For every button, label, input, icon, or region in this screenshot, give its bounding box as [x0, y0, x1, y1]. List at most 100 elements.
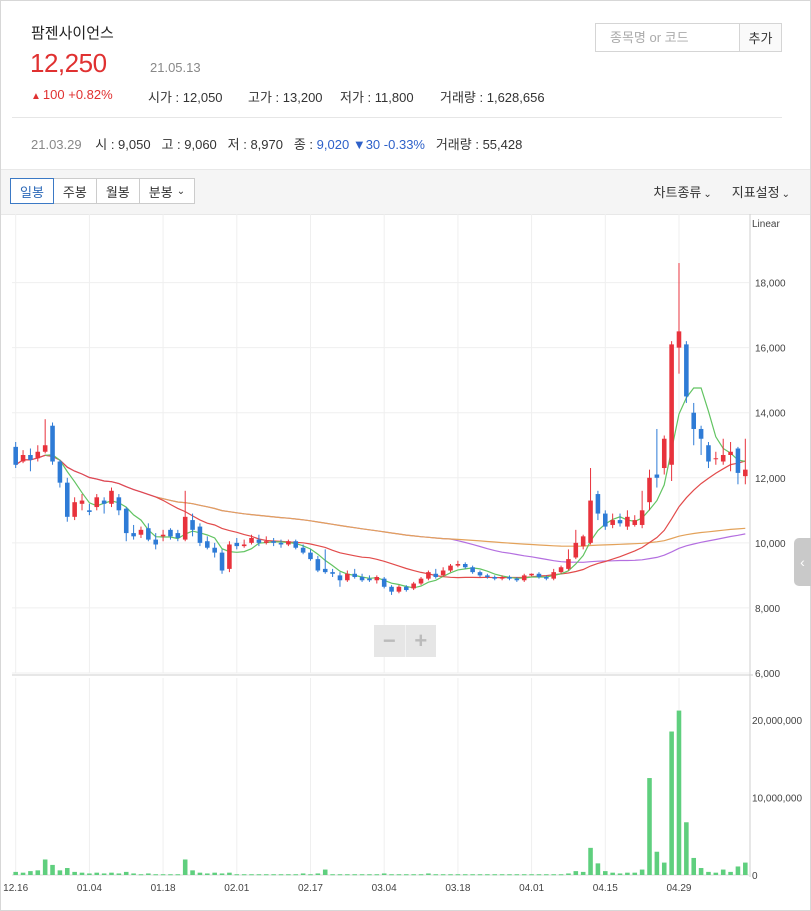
candle-body: [168, 529, 173, 537]
candle-body: [138, 529, 144, 535]
volume-bar: [521, 874, 527, 876]
volume-bar: [131, 873, 136, 875]
candle-body: [109, 490, 114, 504]
candle-body: [322, 568, 328, 573]
price-tick-label: 16,000: [755, 344, 786, 355]
volume-bar: [300, 873, 306, 875]
volume-bar: [713, 872, 719, 875]
candle-body: [146, 528, 151, 540]
chevron-down-icon: ⌄: [703, 189, 712, 200]
period-tabs: 일봉 주봉 월봉 분봉 ⌄: [10, 178, 196, 204]
zoom-out-button[interactable]: −: [374, 625, 406, 657]
price-tick-label: 10,000: [755, 539, 786, 550]
volume-bar: [153, 874, 158, 876]
chart-toolbar: 일봉 주봉 월봉 분봉 ⌄ 차트종류 ⌄ 지표설정 ⌄: [1, 169, 810, 215]
volume-bar: [50, 864, 55, 875]
side-panel-toggle[interactable]: ‹: [794, 538, 811, 586]
candle-body: [197, 526, 203, 543]
volume-bar: [278, 874, 284, 876]
change-percent: +0.82%: [68, 87, 113, 102]
add-button[interactable]: 추가: [739, 24, 781, 51]
candle-body: [440, 570, 446, 576]
volume-bar: [706, 871, 711, 875]
chart-type-dropdown[interactable]: 차트종류 ⌄: [654, 182, 712, 201]
hover-low: 8,970: [250, 137, 283, 152]
volume-bar: [433, 874, 439, 876]
indicator-label: 지표설정: [731, 185, 780, 200]
volume-bar: [411, 874, 416, 876]
candle-body: [514, 578, 520, 581]
volume-bar: [293, 874, 299, 876]
candle-body: [57, 461, 63, 483]
volume-bar: [654, 851, 660, 875]
candle-body: [433, 573, 439, 578]
candle-body: [72, 502, 77, 517]
candle-body: [381, 578, 387, 587]
volume-bar: [617, 873, 623, 875]
tab-weekly[interactable]: 주봉: [52, 178, 97, 204]
scale-label: Linear: [752, 219, 780, 230]
candle-body: [42, 445, 48, 452]
ma5-line: [45, 387, 746, 589]
volume-bar: [227, 872, 232, 875]
volume-bar: [625, 872, 630, 875]
volume-label: 거래량: [440, 90, 476, 105]
tab-daily[interactable]: 일봉: [10, 178, 54, 204]
candle-body: [28, 455, 33, 460]
candle-body: [448, 565, 453, 571]
chevron-down-icon: ⌄: [176, 185, 186, 197]
ma120-line: [155, 496, 746, 547]
candle-body: [720, 455, 726, 462]
candle-body: [676, 331, 682, 348]
date-tick-label: 03.04: [372, 883, 397, 894]
volume-bar: [57, 870, 63, 875]
candle-body: [116, 497, 122, 511]
candle-body: [462, 564, 468, 568]
volume-bar: [160, 874, 166, 876]
volume-bar: [205, 873, 210, 875]
volume-bar: [529, 874, 534, 876]
candle-body: [286, 541, 291, 545]
candle-body: [603, 513, 608, 527]
price-tick-label: 18,000: [755, 279, 786, 290]
hover-open-label: 시: [95, 137, 108, 152]
tab-monthly[interactable]: 월봉: [95, 178, 140, 204]
tab-minute[interactable]: 분봉 ⌄: [138, 178, 196, 204]
indicator-settings-dropdown[interactable]: 지표설정 ⌄: [732, 182, 790, 201]
volume-bar: [64, 868, 70, 875]
date-tick-label: 04.01: [519, 883, 544, 894]
zoom-in-button[interactable]: +: [406, 625, 437, 657]
volume-bar: [728, 871, 733, 875]
current-price: 12,250: [30, 48, 107, 78]
candle-body: [271, 541, 276, 543]
candle-body: [499, 577, 505, 579]
candle-body: [234, 542, 240, 547]
volume-bar: [389, 874, 394, 876]
volume-bar: [79, 872, 85, 875]
candle-body: [507, 577, 512, 579]
candle-body: [64, 482, 70, 517]
volume-bar: [691, 857, 697, 875]
open-value: 12,050: [182, 90, 223, 105]
candlestick-chart[interactable]: Linear 6,000 8,000 10,000 12,000 14,000 16,000…: [0, 214, 811, 894]
volume-bar: [374, 874, 380, 876]
stock-search-input[interactable]: [596, 24, 739, 51]
candle-body: [374, 577, 380, 581]
candle-body: [13, 446, 18, 465]
candle-body: [315, 559, 321, 571]
candle-body: [743, 469, 748, 477]
candle-body: [227, 544, 232, 569]
divider: [12, 117, 782, 118]
candle-body: [492, 577, 498, 579]
price-tick-label: 14,000: [755, 409, 786, 420]
volume-bar: [698, 868, 704, 875]
volume-bar: [676, 710, 682, 875]
candle-body: [249, 537, 254, 543]
hover-candle-info: 21.03.29 시 : 9,050 고 : 9,060 저 : 8,970 종…: [31, 137, 523, 152]
candle-body: [308, 552, 313, 560]
candle-body: [190, 520, 195, 530]
hover-close-label: 종: [293, 137, 306, 152]
volume-bar: [197, 872, 203, 875]
candle-body: [50, 425, 55, 462]
volume-bar: [308, 874, 313, 876]
